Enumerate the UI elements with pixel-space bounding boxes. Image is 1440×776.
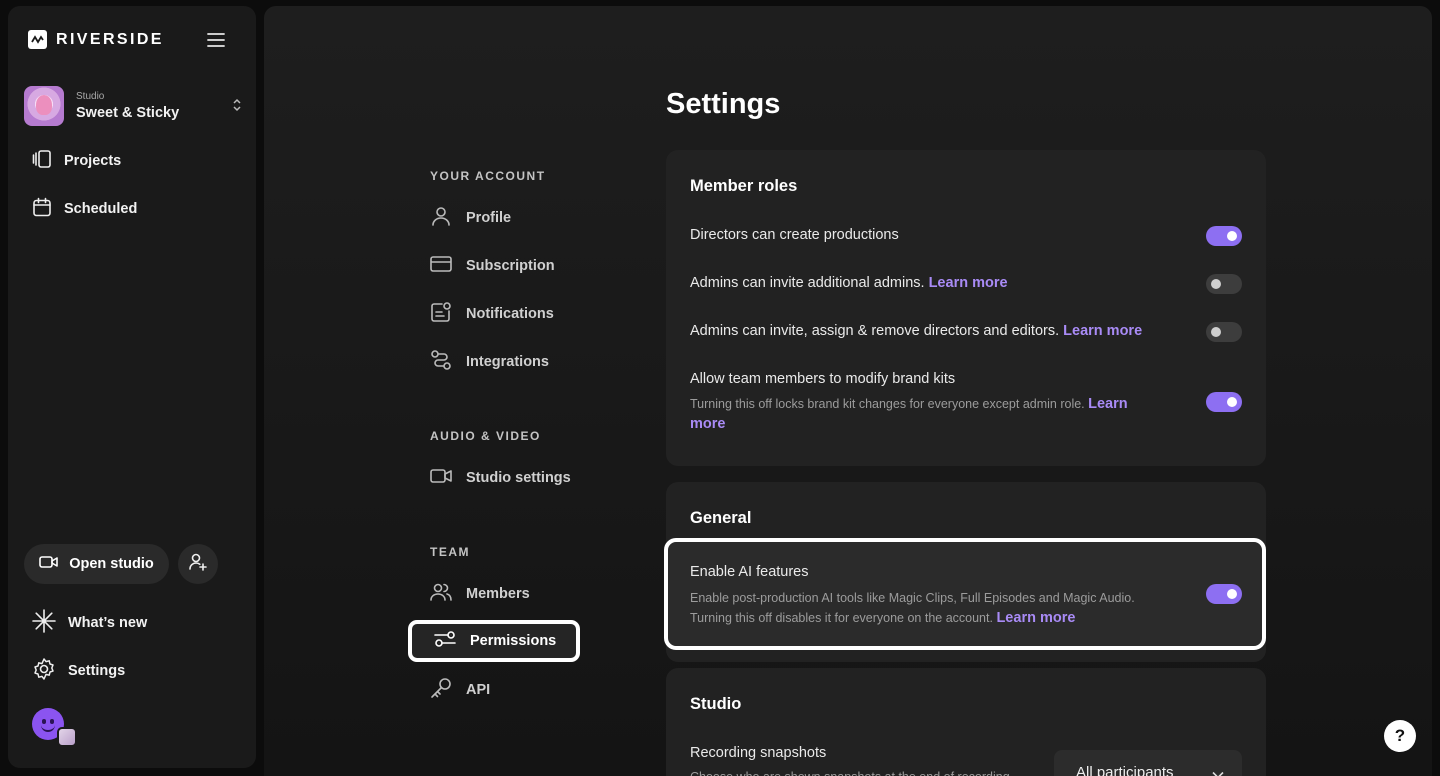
user-icon (430, 205, 452, 231)
general-title: General (690, 509, 752, 527)
studio-label: Studio (76, 91, 105, 102)
users-icon (430, 581, 452, 607)
setting-description: Choose who are shown snapshots at the en… (690, 767, 1040, 776)
nav-label: Permissions (470, 633, 557, 649)
open-studio-label: Open studio (69, 556, 154, 572)
learn-more-link[interactable]: Learn more (996, 610, 1075, 626)
settings-nav-subscription[interactable]: Subscription (430, 254, 555, 278)
learn-more-link[interactable]: Learn more (1063, 323, 1142, 339)
projects-icon (32, 149, 52, 173)
setting-label: Recording snapshots (690, 745, 827, 761)
video-camera-icon (430, 465, 452, 491)
section-label-audio-video: AUDIO & VIDEO (430, 429, 541, 443)
recording-snapshots-select[interactable]: All participants (1054, 750, 1242, 776)
app-sidebar: RIVERSIDE Studio Sweet & Sticky Projects… (8, 6, 256, 768)
enable-ai-features-toggle[interactable] (1206, 584, 1242, 604)
studio-title: Studio (690, 695, 742, 713)
studio-name: Sweet & Sticky (76, 105, 180, 121)
open-studio-button[interactable]: Open studio (24, 544, 169, 584)
gear-icon (32, 657, 56, 685)
whats-new-link[interactable]: What’s new (32, 609, 147, 637)
section-label-team: TEAM (430, 545, 470, 559)
integrations-icon (430, 349, 452, 375)
nav-label: Profile (466, 210, 512, 226)
setting-description: Enable post-production AI tools like Mag… (690, 591, 1135, 626)
nav-label: Subscription (466, 258, 555, 274)
settings-nav-permissions[interactable]: Permissions (408, 620, 580, 662)
calendar-icon (32, 197, 52, 221)
enable-ai-features-row: Enable AI features Enable post-productio… (664, 538, 1266, 650)
brand-name: RIVERSIDE (56, 30, 164, 48)
nav-label: Notifications (466, 306, 554, 322)
nav-label: Studio settings (466, 470, 571, 486)
add-user-icon (188, 552, 208, 577)
member-roles-card: Member roles Directors can create produc… (666, 150, 1266, 466)
settings-nav-profile[interactable]: Profile (430, 206, 511, 230)
studio-avatar (24, 86, 64, 126)
page-title: Settings (666, 88, 781, 120)
setting-label: Directors can create productions (690, 227, 899, 243)
chevron-down-icon (1212, 766, 1224, 776)
settings-label: Settings (68, 663, 126, 679)
sidebar-item-projects[interactable]: Projects (32, 149, 121, 173)
learn-more-link[interactable]: Learn more (929, 275, 1008, 291)
setting-label: Allow team members to modify brand kits (690, 371, 956, 387)
studio-switcher[interactable]: Studio Sweet & Sticky (24, 79, 242, 133)
settings-nav-notifications[interactable]: Notifications (430, 302, 554, 326)
member-roles-title: Member roles (690, 177, 798, 195)
select-value: All participants (1076, 763, 1174, 776)
settings-nav-integrations[interactable]: Integrations (430, 350, 549, 374)
studio-card: Studio Recording snapshots Choose who ar… (666, 668, 1266, 776)
sidebar-item-label: Scheduled (64, 201, 138, 217)
video-camera-icon (39, 554, 59, 574)
riverside-logo[interactable]: RIVERSIDE (28, 30, 164, 49)
sliders-toggle-icon (434, 628, 456, 654)
setting-label: Admins can invite additional admins. Lea… (690, 275, 1008, 291)
sidebar-item-scheduled[interactable]: Scheduled (32, 197, 137, 221)
brand-kits-toggle[interactable] (1206, 392, 1242, 412)
key-icon (430, 677, 452, 703)
sidebar-item-label: Projects (64, 153, 122, 169)
nav-label: API (466, 682, 491, 698)
hamburger-menu-icon[interactable] (205, 30, 227, 50)
setting-description: Turning this off locks brand kit changes… (690, 396, 1128, 432)
chevron-up-down-icon (232, 97, 242, 118)
settings-main-panel: Settings YOUR ACCOUNT Profile Subscripti… (264, 6, 1432, 776)
nav-label: Members (466, 586, 530, 602)
settings-nav-members[interactable]: Members (430, 582, 530, 606)
sidebar-item-settings[interactable]: Settings (32, 657, 125, 685)
help-button[interactable]: ? (1384, 720, 1416, 752)
setting-label: Enable AI features (690, 564, 809, 580)
notification-icon (430, 301, 452, 327)
riverside-logo-icon (28, 30, 47, 49)
studio-badge-avatar (57, 727, 77, 747)
admins-manage-directors-toggle[interactable] (1206, 322, 1242, 342)
settings-nav-api[interactable]: API (430, 678, 490, 702)
nav-label: Integrations (466, 354, 549, 370)
credit-card-icon (430, 253, 452, 279)
whats-new-label: What’s new (68, 615, 148, 631)
setting-label: Admins can invite, assign & remove direc… (690, 323, 1143, 339)
sparkle-asterisk-icon (32, 609, 56, 637)
directors-create-productions-toggle[interactable] (1206, 226, 1242, 246)
admins-invite-admins-toggle[interactable] (1206, 274, 1242, 294)
section-label-your-account: YOUR ACCOUNT (430, 169, 546, 183)
invite-member-button[interactable] (178, 544, 218, 584)
settings-nav-studio-settings[interactable]: Studio settings (430, 466, 571, 490)
